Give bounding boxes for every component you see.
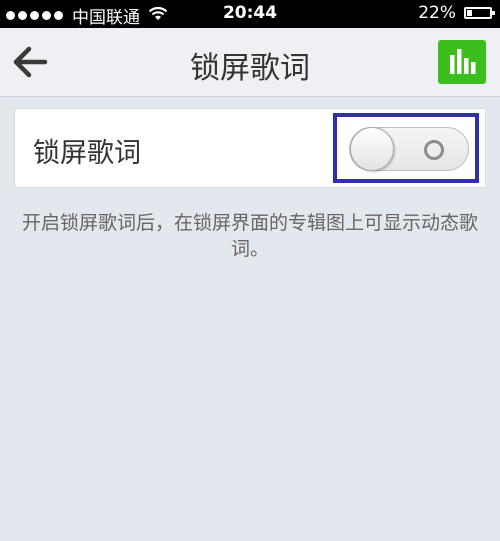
battery-icon bbox=[464, 7, 495, 19]
navigation-bar: 锁屏歌词 bbox=[0, 28, 500, 97]
toggle-off-icon bbox=[424, 140, 444, 160]
battery-fill bbox=[467, 10, 472, 16]
toggle-knob[interactable] bbox=[350, 127, 394, 171]
now-playing-button[interactable] bbox=[438, 40, 486, 84]
status-right: 22% bbox=[418, 3, 495, 23]
setting-description: 开启锁屏歌词后，在锁屏界面的专辑图上可显示动态歌词。 bbox=[21, 212, 478, 260]
setting-label: 锁屏歌词 bbox=[33, 138, 141, 169]
battery-percent: 22% bbox=[418, 3, 456, 23]
lock-screen-lyrics-row: 锁屏歌词 bbox=[14, 108, 486, 188]
status-bar: 中国联通 20:44 22% bbox=[0, 0, 500, 28]
lock-screen-lyrics-toggle[interactable] bbox=[349, 127, 469, 171]
equalizer-icon bbox=[450, 49, 476, 74]
page-title: 锁屏歌词 bbox=[190, 51, 310, 86]
